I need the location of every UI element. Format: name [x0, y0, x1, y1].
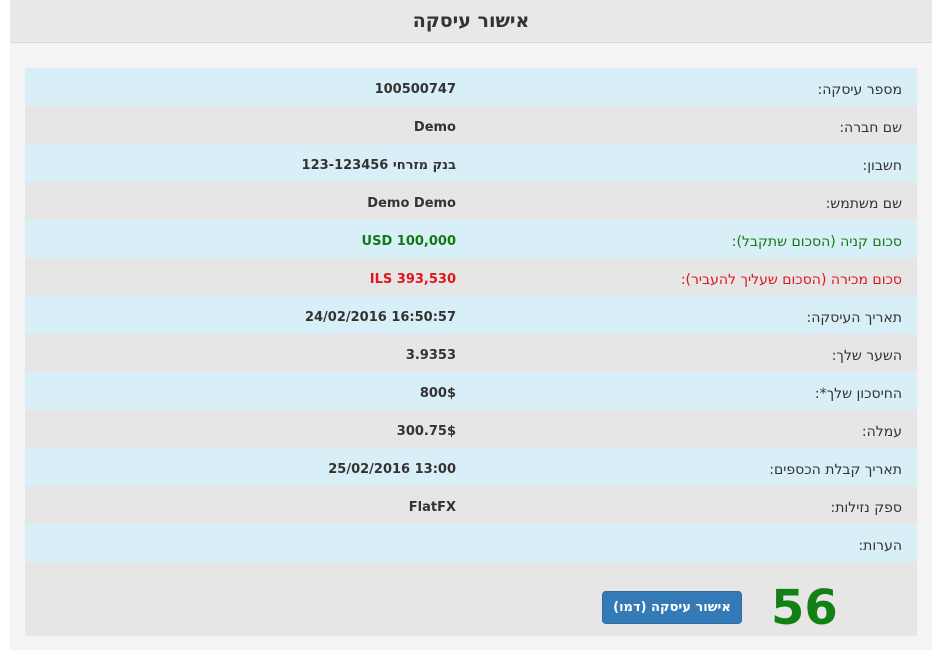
- row-account: חשבון: בנק מזרחי 123-123456: [25, 144, 917, 182]
- row-username: שם משתמש: Demo Demo: [25, 182, 917, 220]
- row-company-name: שם חברה: Demo: [25, 106, 917, 144]
- confirm-deal-button[interactable]: אישור עיסקה (דמו): [602, 591, 742, 624]
- row-commission: עמלה: 300.75$: [25, 410, 917, 448]
- row-your-savings: החיסכון שלך*: 800$: [25, 372, 917, 410]
- row-deal-number: מספר עיסקה: 100500747: [25, 68, 917, 106]
- row-funds-date: תאריך קבלת הכספים: 25/02/2016 13:00: [25, 448, 917, 486]
- row-liquidity-provider: ספק נזילות: FlatFX: [25, 486, 917, 524]
- details-table: מספר עיסקה: 100500747 שם חברה: Demo חשבו…: [25, 68, 917, 562]
- deal-confirmation-window: אישור עיסקה מספר עיסקה: 100500747 שם חבר…: [10, 0, 932, 650]
- details-panel: מספר עיסקה: 100500747 שם חברה: Demo חשבו…: [25, 68, 917, 636]
- row-sell-amount: סכום מכירה (הסכום שעליך להעביר): ILS 393…: [25, 258, 917, 296]
- row-notes: הערות:: [25, 524, 917, 562]
- page-title: אישור עיסקה: [10, 0, 932, 43]
- row-label: הערות:: [858, 538, 902, 554]
- row-deal-date: תאריך העיסקה: 24/02/2016 16:50:57: [25, 296, 917, 334]
- row-buy-amount: סכום קניה (הסכום שתקבל): USD 100,000: [25, 220, 917, 258]
- countdown-timer: 56: [771, 580, 838, 636]
- row-your-rate: השער שלך: 3.9353: [25, 334, 917, 372]
